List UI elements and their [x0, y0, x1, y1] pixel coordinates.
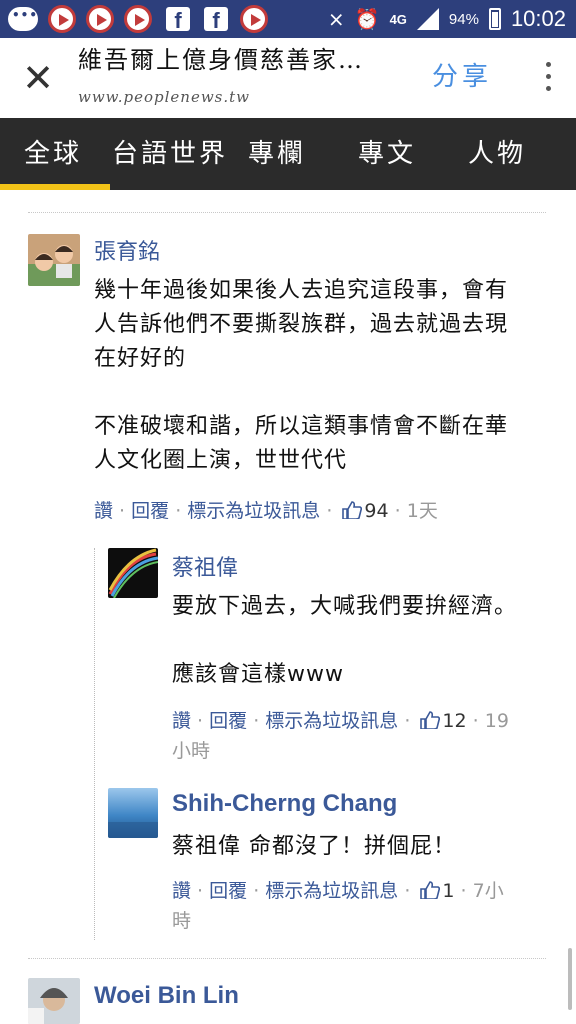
like-button[interactable]: 讚: [94, 500, 113, 522]
avatar[interactable]: [28, 978, 80, 1024]
comments-section: 張育銘 幾十年過後如果後人去追究這段事，會有 人告訴他們不要撕裂族群，過去就過去…: [0, 190, 576, 1024]
avatar[interactable]: [108, 788, 158, 838]
video-app-icon: [86, 5, 114, 33]
app-header: ✕ 維吾爾上億身價慈善家… www.peoplenews.tw 分享: [0, 38, 576, 118]
comment-time: 1天: [406, 500, 438, 522]
video-app-icon: [124, 5, 152, 33]
report-spam-button[interactable]: 標示為垃圾訊息: [187, 500, 320, 522]
like-button[interactable]: 讚: [172, 880, 191, 902]
reply-text: 要放下過去，大喊我們要拚經濟。 應該會這樣www: [172, 594, 518, 687]
tab-articles[interactable]: 專文: [358, 118, 416, 190]
category-tabs: 全球 台語世界 專欄 專文 人物: [0, 118, 576, 190]
tab-people[interactable]: 人物: [468, 118, 526, 190]
signal-icon: [416, 8, 439, 30]
thumbs-up-icon: [420, 711, 441, 729]
share-button[interactable]: 分享: [432, 56, 492, 93]
reply-thread-line: [94, 548, 95, 940]
reply-button[interactable]: 回覆: [209, 880, 247, 902]
tab-global[interactable]: 全球: [24, 118, 82, 190]
reply-time-continued: 時: [172, 910, 192, 932]
like-count: 12: [442, 710, 467, 732]
tab-columns[interactable]: 專欄: [248, 118, 306, 190]
divider: [28, 958, 546, 959]
comment-actions: 讚 · 回覆 · 標示為垃圾訊息 · 94 · 1天: [94, 500, 438, 522]
close-icon[interactable]: ✕: [20, 58, 56, 98]
thumbs-up-icon: [420, 881, 441, 899]
messages-icon: [8, 7, 38, 31]
mute-icon: ⨯: [327, 8, 345, 31]
facebook-icon: f: [166, 7, 190, 33]
battery-percent: 94%: [448, 10, 479, 28]
page-title: 維吾爾上億身價慈善家…: [78, 46, 364, 74]
report-spam-button[interactable]: 標示為垃圾訊息: [265, 710, 398, 732]
like-count: 1: [442, 880, 455, 902]
video-app-icon: [240, 5, 268, 33]
network-type: 4G: [389, 11, 407, 27]
reply-time: 19: [484, 710, 509, 732]
reply-actions: 讚 · 回覆 · 標示為垃圾訊息 · 12 · 19: [172, 710, 509, 732]
comment-author[interactable]: Woei Bin Lin: [94, 982, 239, 1010]
report-spam-button[interactable]: 標示為垃圾訊息: [265, 880, 398, 902]
alarm-icon: ⏰: [354, 8, 380, 31]
comment-text: 幾十年過後如果後人去追究這段事，會有 人告訴他們不要撕裂族群，過去就過去現 在好…: [94, 278, 509, 473]
clock: 10:02: [510, 6, 566, 31]
battery-icon: [488, 8, 501, 30]
reply-text: 蔡祖偉 命都沒了！拼個屁！: [172, 834, 456, 859]
status-bar: f f ⨯ ⏰ 4G 94% 10:02: [0, 0, 576, 38]
page-url: www.peoplenews.tw: [78, 88, 251, 106]
reply-button[interactable]: 回覆: [131, 500, 169, 522]
avatar[interactable]: [28, 234, 80, 286]
more-options-icon[interactable]: [544, 62, 552, 96]
avatar[interactable]: [108, 548, 158, 598]
reply-time: 7小: [472, 880, 504, 902]
reply-time-continued: 小時: [172, 740, 211, 762]
scrollbar[interactable]: [568, 948, 572, 1010]
like-button[interactable]: 讚: [172, 710, 191, 732]
facebook-icon: f: [204, 7, 228, 33]
like-count: 94: [364, 500, 389, 522]
reply-author[interactable]: Shih-Cherng Chang: [172, 790, 397, 818]
divider: [28, 212, 546, 213]
reply-author[interactable]: 蔡祖偉: [172, 550, 238, 582]
reply-actions: 讚 · 回覆 · 標示為垃圾訊息 · 1 · 7小: [172, 880, 504, 902]
tab-taiwanese-world[interactable]: 台語世界: [112, 118, 228, 190]
comment-author[interactable]: 張育銘: [94, 234, 160, 266]
thumbs-up-icon: [342, 501, 363, 519]
reply-button[interactable]: 回覆: [209, 710, 247, 732]
video-app-icon: [48, 5, 76, 33]
